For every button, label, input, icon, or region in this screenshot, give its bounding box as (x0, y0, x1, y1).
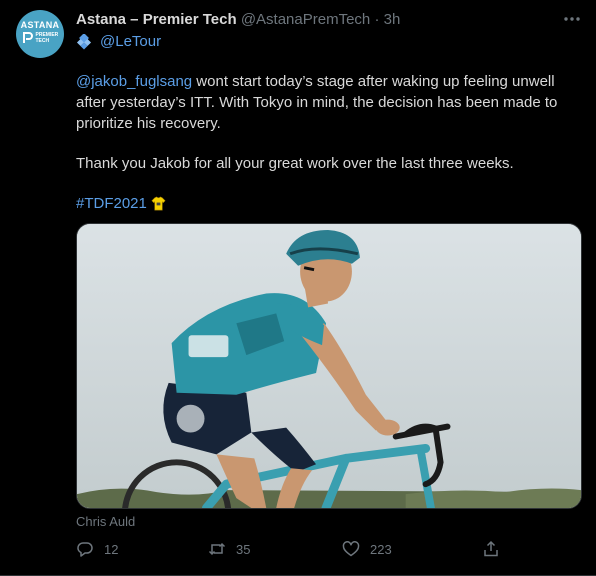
tweet-text: @jakob_fuglsang wont start today’s stage… (76, 71, 576, 233)
avatar-sub: PREMIER TECH (22, 32, 59, 44)
mention-link[interactable]: @jakob_fuglsang (76, 73, 192, 90)
avatar[interactable]: ASTANA PREMIER TECH (16, 10, 64, 58)
retweet-icon (208, 542, 226, 556)
reply-button[interactable]: 12 (76, 540, 118, 558)
share-button[interactable] (482, 540, 500, 558)
tweet-header: Astana – Premier Tech @AstanaPremTech · … (76, 11, 400, 28)
avatar-brand: ASTANA (20, 20, 60, 30)
hashtag-line: #TDF2021 (76, 193, 576, 214)
more-icon (564, 17, 580, 21)
hashtag-link[interactable]: #TDF2021 (76, 193, 147, 214)
reply-icon (77, 542, 93, 557)
yellow-jersey-icon (151, 196, 166, 211)
like-button[interactable]: 223 (342, 540, 392, 558)
separator-dot: · (374, 11, 380, 28)
avatar-subtext: PREMIER TECH (35, 32, 59, 44)
venue-label[interactable]: @LeTour (100, 33, 161, 50)
tweet-paragraph-1: @jakob_fuglsang wont start today’s stage… (76, 71, 576, 134)
photo-credit[interactable]: Chris Auld (76, 514, 135, 529)
author-handle[interactable]: @AstanaPremTech (241, 11, 370, 28)
venue-tag[interactable]: @LeTour (76, 33, 161, 50)
tweet-paragraph-2: Thank you Jakob for all your great work … (76, 155, 514, 172)
premier-tech-logo-icon (22, 32, 33, 43)
retweet-count: 35 (236, 541, 251, 557)
cyclist-photo (77, 224, 581, 508)
tweet[interactable]: ASTANA PREMIER TECH Astana – Premier Tec… (0, 0, 596, 576)
heart-icon (342, 541, 360, 557)
tour-de-france-icon (76, 33, 92, 50)
retweet-button[interactable]: 35 (208, 540, 250, 558)
more-options-button[interactable] (562, 9, 582, 29)
like-count: 223 (370, 541, 392, 557)
tweet-image[interactable] (76, 223, 582, 509)
tweet-actions: 12 35 223 (76, 540, 506, 562)
reply-count: 12 (104, 541, 119, 557)
share-icon (484, 540, 498, 557)
author-name[interactable]: Astana – Premier Tech (76, 11, 237, 28)
timestamp[interactable]: 3h (384, 11, 401, 28)
